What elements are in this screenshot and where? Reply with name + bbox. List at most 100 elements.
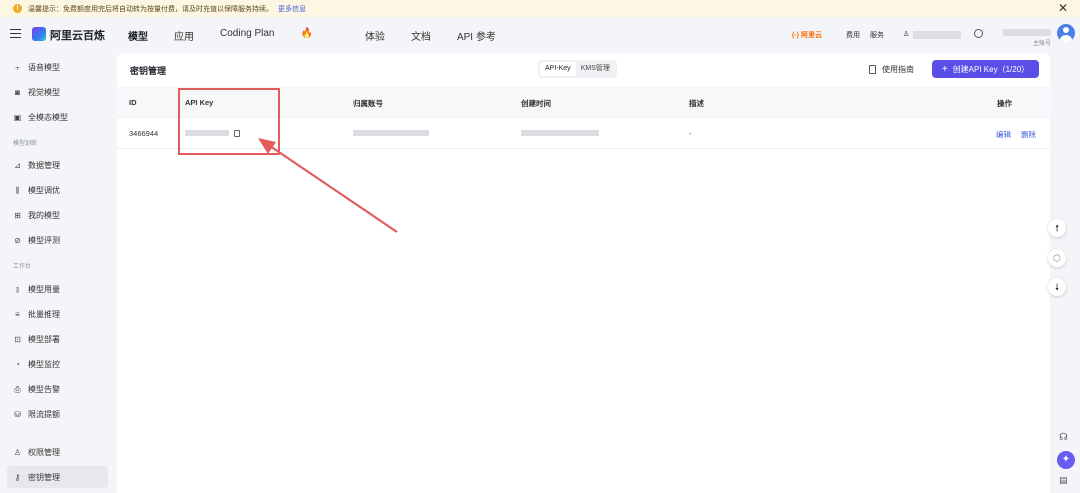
nav-item-api-reference[interactable]: API 参考 <box>457 28 496 43</box>
close-icon[interactable]: ✕ <box>1058 1 1068 15</box>
guide-label: 使用指南 <box>882 65 914 74</box>
sidebar-item-key-management[interactable]: ⚷ 密钥管理 <box>7 466 108 488</box>
nav-item-model[interactable]: 模型 <box>128 28 148 43</box>
multimodal-icon: ▣ <box>13 112 22 122</box>
sidebar-item-model-alert[interactable]: ⎙ 模型告警 <box>7 378 108 400</box>
column-header-account: 归属账号 <box>353 99 383 108</box>
sidebar-item-my-models[interactable]: ⊞ 我的模型 <box>7 204 108 226</box>
key-icon: ⚷ <box>14 472 21 482</box>
sidebar-item-label: 全模态模型 <box>28 112 68 122</box>
sidebar-item-omni-model[interactable]: ▣ 全模态模型 <box>7 106 108 128</box>
sidebar-item-label: 模型评测 <box>28 235 60 245</box>
nav-item-coding-plan[interactable]: Coding Plan 🔥 <box>220 28 339 43</box>
sidebar-item-label: 模型告警 <box>28 384 60 394</box>
aliyun-logo[interactable]: (-) 阿里云 <box>792 30 822 40</box>
grid-icon: ⊞ <box>14 210 21 220</box>
cell-id: 3466944 <box>129 129 159 138</box>
notice-text: 温馨提示：免费额度用完后将自动转为按量付费，请及时充值以保障服务持续。 <box>28 5 273 13</box>
nav-item-app[interactable]: 应用 <box>174 28 194 43</box>
sidebar-item-label: 视觉模型 <box>28 87 60 97</box>
sidebar-item-permissions[interactable]: ♙ 权限管理 <box>7 441 108 463</box>
scroll-down-icon[interactable]: 🠗 <box>1048 278 1066 296</box>
notice-more-link[interactable]: 更多信息 <box>278 4 306 14</box>
fire-icon: 🔥 <box>300 28 313 39</box>
sidebar-item-label: 密钥管理 <box>28 472 60 482</box>
scroll-up-icon[interactable]: 🠕 <box>1048 219 1066 237</box>
nav-item-experience[interactable]: 体验 <box>365 28 385 43</box>
tab-api-key[interactable]: API-Key <box>540 62 576 76</box>
tab-kms[interactable]: KMS管理 <box>576 62 615 76</box>
notice-bar: ! 温馨提示：免费额度用完后将自动转为按量付费，请及时充值以保障服务持续。 更多… <box>0 0 1080 17</box>
sidebar-item-vision-model[interactable]: ◙ 视觉模型 <box>7 81 108 103</box>
blurred-account <box>353 130 429 136</box>
create-button-label: 创建API Key（1/20） <box>952 64 1030 74</box>
create-api-key-button[interactable]: + 创建API Key（1/20） <box>932 60 1039 78</box>
sidebar-item-label: 数据管理 <box>28 160 60 170</box>
sidebar-item-label: 模型部署 <box>28 334 60 344</box>
document-icon <box>869 65 876 74</box>
sliders-icon: ⫼ <box>15 185 20 195</box>
blurred-account-name <box>1003 29 1051 36</box>
brand-logo-icon <box>32 27 46 41</box>
waveform-icon: ⫟ <box>15 62 20 72</box>
cell-description: - <box>689 129 692 138</box>
blurred-username <box>913 31 961 39</box>
sidebar-item-label: 模型用量 <box>28 284 60 294</box>
sidebar-item-label: 模型调优 <box>28 185 60 195</box>
settings-icon[interactable] <box>974 29 983 38</box>
chart-icon: ⊿ <box>14 160 21 170</box>
hexagon-icon[interactable]: ⬡ <box>1048 249 1066 267</box>
sidebar-item-model-eval[interactable]: ⊘ 模型评测 <box>7 229 108 251</box>
bell-doc-icon: ⎙ <box>14 384 21 394</box>
guide-link[interactable]: 使用指南 <box>869 64 914 75</box>
camera-icon: ◙ <box>15 87 20 97</box>
nav-item-docs[interactable]: 文档 <box>411 28 431 43</box>
bar-chart-icon: ⫾ <box>16 284 19 294</box>
user-icon[interactable]: ♙ <box>903 30 909 38</box>
blurred-created-time <box>521 130 599 136</box>
page-title: 密钥管理 <box>130 66 167 76</box>
edit-link[interactable]: 编辑 <box>996 129 1011 140</box>
column-header-description: 描述 <box>689 99 704 108</box>
account-subtitle: 主账号 <box>1033 41 1052 47</box>
user-icon: ♙ <box>13 447 22 457</box>
sidebar: ⫟ 语音模型 ◙ 视觉模型 ▣ 全模态模型 模型训练 ⊿ 数据管理 ⫼ 模型调优… <box>0 53 116 493</box>
sidebar-item-label: 限流提额 <box>28 409 60 419</box>
sidebar-item-model-usage[interactable]: ⫾ 模型用量 <box>7 278 108 300</box>
sidebar-item-batch-inference[interactable]: ≡ 批量推理 <box>7 303 108 325</box>
sidebar-item-label: 批量推理 <box>28 309 60 319</box>
sidebar-item-label: 语音模型 <box>28 62 60 72</box>
annotation-highlight-box <box>178 88 280 155</box>
sidebar-item-label: 权限管理 <box>28 447 60 457</box>
nav-coding-plan-label: Coding Plan <box>220 28 275 39</box>
deploy-icon: ⊡ <box>14 334 21 344</box>
database-icon: ⛁ <box>14 409 21 419</box>
sidebar-item-label: 我的模型 <box>28 210 60 220</box>
plus-icon: + <box>941 63 948 75</box>
assistant-star-icon[interactable]: ✦ <box>1057 451 1075 469</box>
delete-link[interactable]: 删除 <box>1021 129 1036 140</box>
menu-icon[interactable] <box>10 29 21 38</box>
header-link-fees[interactable]: 费用 <box>846 30 860 40</box>
column-header-created: 创建时间 <box>521 99 551 108</box>
doc-side-icon[interactable]: ▤ <box>1059 475 1068 486</box>
column-header-actions: 操作 <box>997 99 1012 108</box>
tab-switcher: API-Key KMS管理 <box>538 60 617 78</box>
sidebar-item-data-management[interactable]: ⊿ 数据管理 <box>7 154 108 176</box>
sidebar-item-model-monitor[interactable]: ◔ 模型监控 <box>7 353 108 375</box>
avatar[interactable] <box>1057 24 1075 42</box>
pie-icon: ◔ <box>15 359 20 369</box>
headset-icon[interactable]: ☊ <box>1059 432 1068 443</box>
list-icon: ≡ <box>15 309 20 319</box>
column-header-id: ID <box>129 98 137 107</box>
header-link-service[interactable]: 服务 <box>870 30 884 40</box>
top-nav: 模型 应用 Coding Plan 🔥 体验 文档 API 参考 <box>128 28 522 43</box>
warning-icon: ! <box>13 4 22 13</box>
sidebar-item-model-deploy[interactable]: ⊡ 模型部署 <box>7 328 108 350</box>
sidebar-group-training: 模型训练 <box>13 141 38 147</box>
sidebar-item-label: 模型监控 <box>28 359 60 369</box>
sidebar-item-model-tuning[interactable]: ⫼ 模型调优 <box>7 179 108 201</box>
brand-name[interactable]: 阿里云百炼 <box>50 27 105 43</box>
sidebar-item-rate-limit[interactable]: ⛁ 限流提额 <box>7 403 108 425</box>
sidebar-item-speech-model[interactable]: ⫟ 语音模型 <box>7 56 108 78</box>
